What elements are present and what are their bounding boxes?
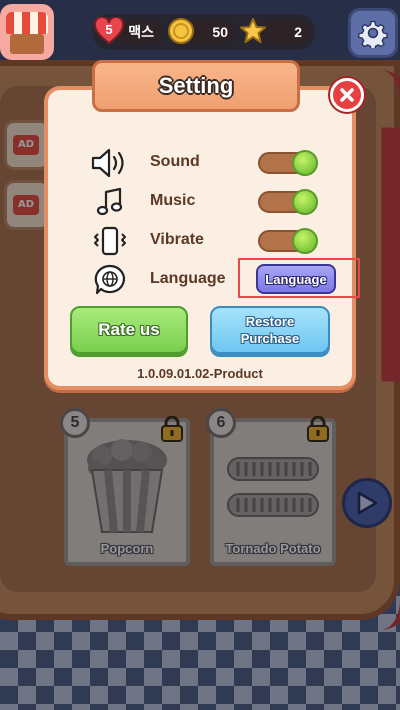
toggle-knob [292,189,318,215]
language-button[interactable]: Language [256,264,336,294]
close-button[interactable] [330,78,364,112]
dialog-title: Setting [158,73,234,98]
close-icon [340,88,354,102]
lives-label: 맥스 [128,24,154,40]
star-count: 2 [294,24,302,40]
vibrate-toggle[interactable] [258,228,318,254]
shop-awning-icon [6,12,48,34]
toggle-knob [292,228,318,254]
gear-icon [358,20,388,48]
lives-count: 5 [105,22,113,37]
dialog-title-banner: Setting [92,60,300,112]
music-toggle[interactable] [258,189,318,215]
phone-vibrate-icon [90,224,130,258]
coin-count: 50 [212,24,228,40]
music-note-icon [90,185,130,219]
coin-icon [166,16,196,46]
heart-icon: 5 [94,16,124,46]
setting-label-music: Music [150,192,196,209]
toggle-knob [292,150,318,176]
globe-chat-icon [90,263,130,297]
setting-row-vibrate: Vibrate [90,224,350,258]
setting-row-sound: Sound [90,146,350,180]
setting-row-music: Music [90,185,350,219]
setting-label-language: Language [150,270,226,287]
setting-label-vibrate: Vibrate [150,231,204,248]
shop-stall-icon [10,34,44,54]
rate-us-button[interactable]: Rate us [70,306,188,354]
speaker-icon [90,146,130,180]
setting-label-sound: Sound [150,153,200,170]
settings-button[interactable] [348,8,398,58]
sound-toggle[interactable] [258,150,318,176]
shop-button[interactable] [0,4,54,60]
version-label: 1.0.09.01.02-Product [137,366,263,381]
restore-purchase-button[interactable]: Restore Purchase [210,306,330,354]
star-icon [238,16,268,46]
